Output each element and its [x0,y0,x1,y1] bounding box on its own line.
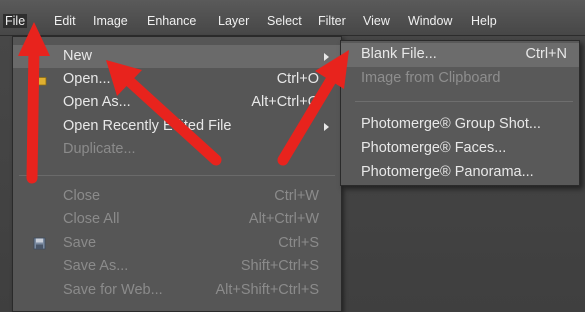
menu-item-label: Duplicate... [63,141,136,157]
menu-item-label: Save for Web... [63,282,163,298]
menubar-window[interactable]: Window [408,14,452,28]
menubar-enhance[interactable]: Enhance [147,14,196,28]
menu-item-close[interactable]: Close Ctrl+W [13,185,341,208]
menu-item-label: Close [63,188,101,204]
menubar-select[interactable]: Select [267,14,302,28]
menu-item-shortcut: Alt+Ctrl+W [248,211,319,227]
menu-item-open-recently-edited[interactable]: Open Recently Edited File [13,115,341,138]
submenu-item-label: Blank File... [361,46,437,62]
submenu-separator [355,101,573,102]
menu-item-open-as[interactable]: Open As... Alt+Ctrl+O [13,91,341,114]
menu-item-duplicate[interactable]: Duplicate... [13,138,341,161]
submenu-item-image-from-clipboard[interactable]: Image from Clipboard [341,67,579,91]
submenu-item-label: Photomerge® Faces... [361,140,507,156]
submenu-item-blank-file[interactable]: Blank File... Ctrl+N [341,43,579,67]
menubar-help[interactable]: Help [471,14,497,28]
submenu-item-photomerge-panorama[interactable]: Photomerge® Panorama... [341,161,579,185]
submenu-arrow-icon [324,53,329,61]
menu-item-label: Save [63,235,97,251]
folder-icon [33,75,47,86]
menu-item-label: Open... [63,71,111,87]
menubar-layer[interactable]: Layer [218,14,249,28]
menu-bar: File Edit Image Enhance Layer Select Fil… [0,0,585,36]
menubar-edit[interactable]: Edit [54,14,76,28]
menubar-filter[interactable]: Filter [318,14,346,28]
file-menu: New Open... Ctrl+O Open As... Alt+Ctrl+O… [12,36,342,312]
menu-item-label: Close All [63,211,120,227]
menu-item-shortcut: Alt+Shift+Ctrl+S [215,282,319,298]
menu-item-shortcut: Ctrl+W [274,188,319,204]
new-submenu: Blank File... Ctrl+N Image from Clipboar… [340,40,580,186]
menu-item-label: New [63,48,93,64]
submenu-item-shortcut: Ctrl+N [525,46,568,62]
menu-item-open[interactable]: Open... Ctrl+O [13,68,341,91]
menu-item-shortcut: Ctrl+O [276,71,319,87]
menubar-image[interactable]: Image [93,14,128,28]
menu-item-save-as[interactable]: Save As... Shift+Ctrl+S [13,255,341,278]
menu-item-label: Open As... [63,94,131,110]
menu-item-shortcut: Ctrl+S [278,235,319,251]
menu-item-close-all[interactable]: Close All Alt+Ctrl+W [13,208,341,231]
menu-item-shortcut: Shift+Ctrl+S [240,258,319,274]
submenu-item-label: Photomerge® Panorama... [361,164,534,180]
submenu-item-photomerge-group-shot[interactable]: Photomerge® Group Shot... [341,113,579,137]
submenu-item-photomerge-faces[interactable]: Photomerge® Faces... [341,137,579,161]
submenu-item-label: Image from Clipboard [361,70,501,86]
submenu-item-label: Photomerge® Group Shot... [361,116,541,132]
submenu-arrow-icon [324,123,329,131]
menu-separator [19,175,335,176]
floppy-disk-icon [33,237,46,250]
menu-item-shortcut: Alt+Ctrl+O [251,94,319,110]
menu-item-label: Save As... [63,258,129,274]
menubar-view[interactable]: View [363,14,390,28]
menu-item-save[interactable]: Save Ctrl+S [13,232,341,255]
menu-item-label: Open Recently Edited File [63,118,232,134]
menu-item-save-for-web[interactable]: Save for Web... Alt+Shift+Ctrl+S [13,279,341,302]
menubar-file[interactable]: File [3,14,28,28]
menu-item-new[interactable]: New [13,45,341,68]
